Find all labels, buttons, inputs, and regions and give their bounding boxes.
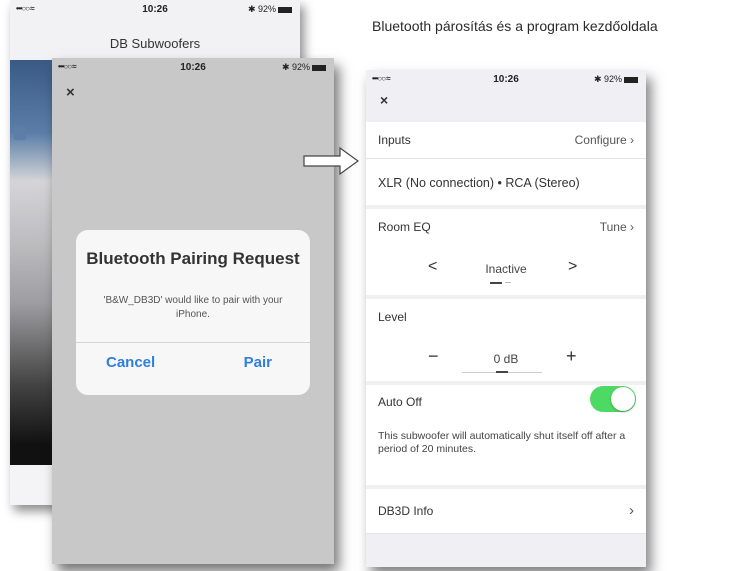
inputs-row[interactable]: Inputs Configure › xyxy=(366,122,646,158)
status-bar: •••○○ ≈ 10:26 ✱ 92% xyxy=(10,0,300,20)
configure-button[interactable]: Configure › xyxy=(575,133,634,147)
level-row: Level xyxy=(366,299,646,335)
caption: Bluetooth párosítás és a program kezdőol… xyxy=(372,18,658,34)
inputs-value: XLR (No connection) • RCA (Stereo) xyxy=(378,176,580,190)
battery-text: ✱ 92% xyxy=(593,74,622,84)
level-label: Level xyxy=(378,310,407,324)
level-slider-thumb[interactable] xyxy=(496,371,508,373)
inputs-label: Inputs xyxy=(378,133,411,147)
dialog-message: 'B&W_DB3D' would like to pair with your … xyxy=(103,295,283,320)
auto-off-toggle[interactable] xyxy=(590,386,636,412)
close-icon[interactable]: × xyxy=(380,92,388,108)
status-bar: •••○○ ≈ 10:26 ✱ 92% xyxy=(366,70,646,90)
chevron-right-icon: › xyxy=(629,502,634,519)
level-increase-button[interactable]: + xyxy=(566,346,577,367)
battery-text: ✱ 92% xyxy=(281,62,310,72)
battery-indicator: ✱ 92% xyxy=(248,4,292,15)
battery-indicator: ✱ 92% xyxy=(594,74,638,85)
tune-button[interactable]: Tune › xyxy=(600,220,634,234)
app-title: DB Subwoofers xyxy=(109,36,201,51)
battery-text: ✱ 92% xyxy=(247,4,276,14)
level-value: 0 dB xyxy=(493,352,519,366)
right-arrow-icon xyxy=(303,146,360,176)
battery-icon xyxy=(278,6,292,13)
info-row[interactable]: DB3D Info › xyxy=(366,489,646,533)
speaker-thumbnail xyxy=(14,126,26,140)
cancel-button[interactable]: Cancel xyxy=(106,354,155,371)
page-indicator-active xyxy=(490,282,502,284)
room-eq-next-button[interactable]: > xyxy=(568,258,577,276)
close-icon[interactable]: × xyxy=(66,84,75,101)
pairing-phone-screen: •••○○ ≈ 10:26 ✱ 92% × Bluetooth Pairing … xyxy=(52,58,334,564)
auto-off-description: This subwoofer will automatically shut i… xyxy=(378,430,626,455)
pair-button[interactable]: Pair xyxy=(244,354,272,371)
room-eq-row[interactable]: Room EQ Tune › xyxy=(366,209,646,245)
pairing-dialog: Bluetooth Pairing Request 'B&W_DB3D' wou… xyxy=(76,230,310,395)
dialog-title: Bluetooth Pairing Request xyxy=(86,249,300,268)
toggle-knob xyxy=(611,387,635,411)
divider xyxy=(366,533,646,534)
auto-off-label: Auto Off xyxy=(378,395,422,409)
battery-icon xyxy=(312,64,326,71)
status-bar: •••○○ ≈ 10:26 ✱ 92% xyxy=(52,58,334,78)
battery-icon xyxy=(624,76,638,83)
room-eq-value: Inactive xyxy=(485,262,527,276)
info-label: DB3D Info xyxy=(378,504,434,518)
room-eq-label: Room EQ xyxy=(378,220,431,234)
dialog-divider xyxy=(76,342,310,343)
settings-phone-screen: •••○○ ≈ 10:26 ✱ 92% × Inputs Configure ›… xyxy=(366,70,646,567)
page-indicator xyxy=(505,282,511,283)
battery-indicator: ✱ 92% xyxy=(282,62,326,73)
